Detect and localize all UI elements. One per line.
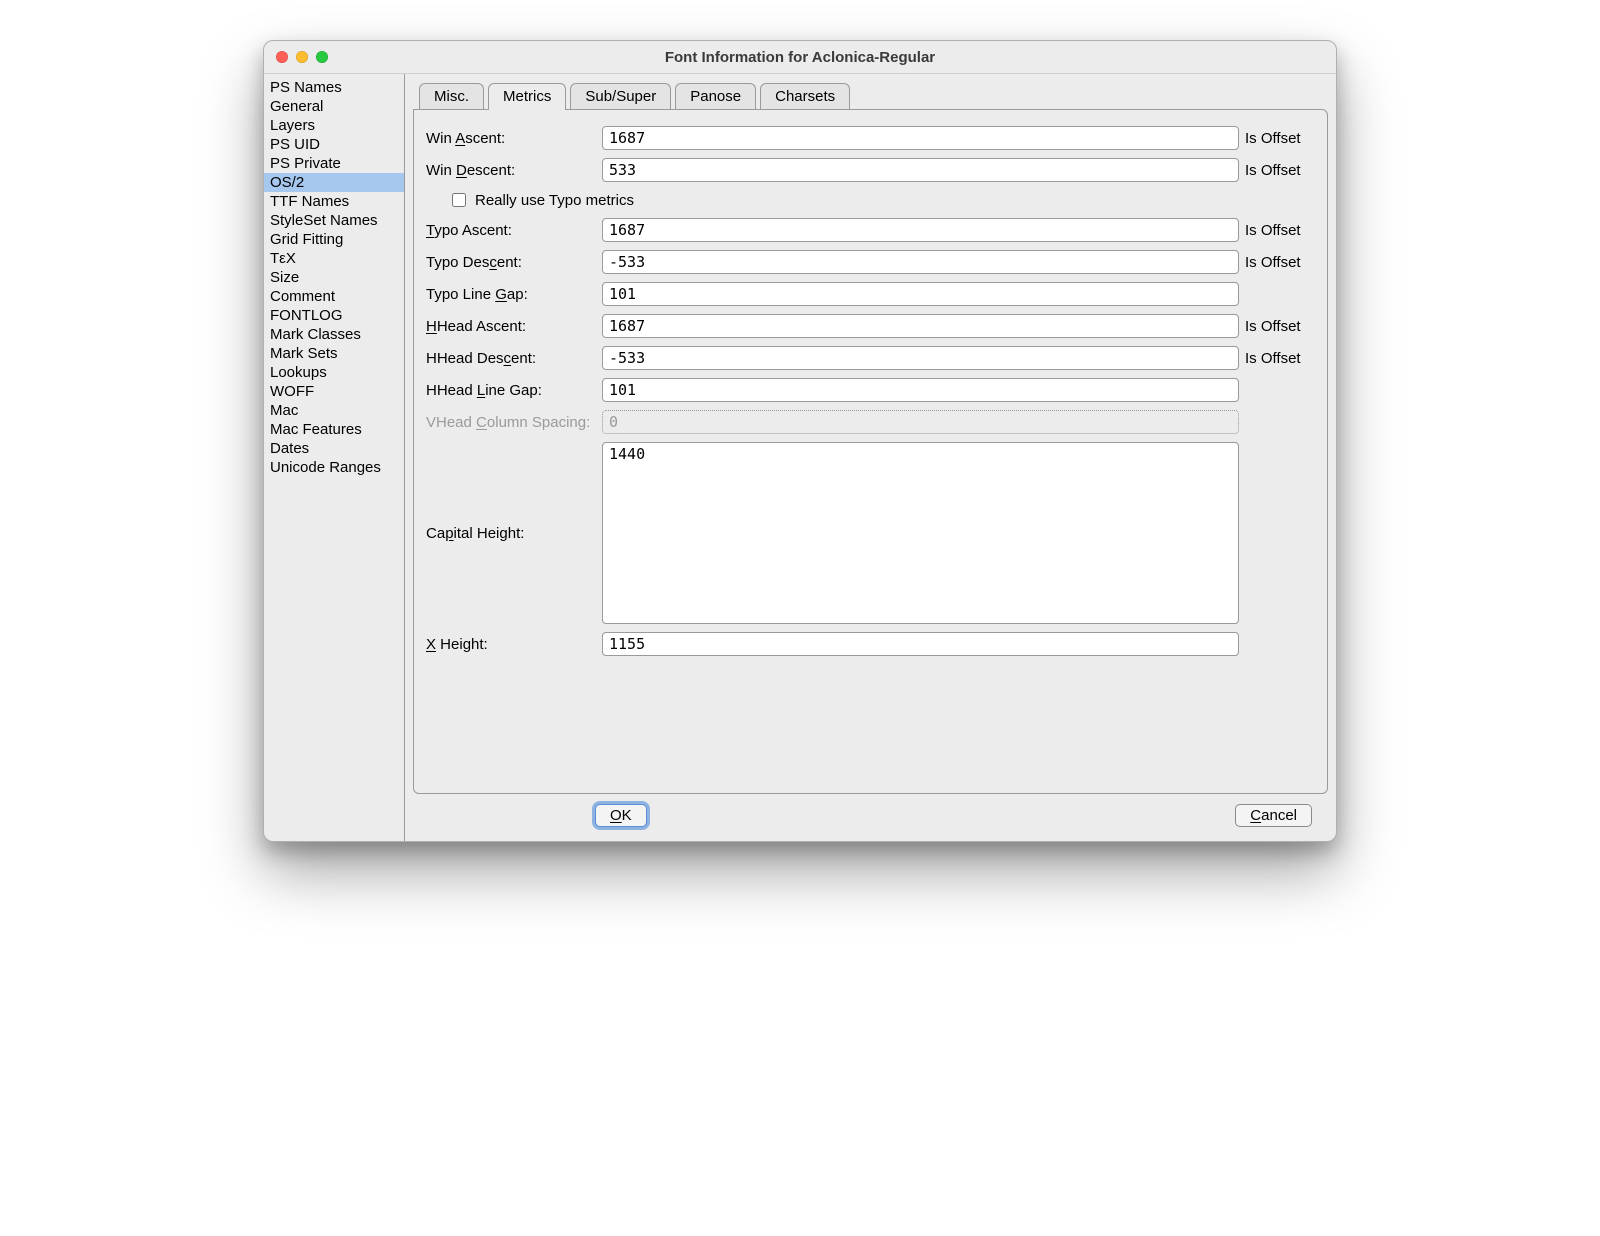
label-typo-descent: Typo Descent: [426,254,596,271]
input-vhead-col-spacing [602,410,1239,434]
sidebar-item-grid-fitting[interactable]: Grid Fitting [264,230,404,249]
input-hhead-line-gap[interactable] [602,378,1239,402]
input-x-height[interactable] [602,632,1239,656]
label-x-height: X Height: [426,636,596,653]
input-typo-descent[interactable] [602,250,1239,274]
label-hhead-descent: HHead Descent: [426,350,596,367]
cancel-button[interactable]: Cancel [1235,804,1312,827]
sidebar-item-ttf-names[interactable]: TTF Names [264,192,404,211]
sidebar-item-unicode-ranges[interactable]: Unicode Ranges [264,458,404,477]
sidebar-item-t-x[interactable]: TεX [264,249,404,268]
sidebar-item-styleset-names[interactable]: StyleSet Names [264,211,404,230]
input-capital-height[interactable]: 1440 [602,442,1239,624]
label-typo-line-gap: Typo Line Gap: [426,286,596,303]
metrics-panel: Win Ascent: Is Offset Win Descent: Is Of… [413,109,1328,794]
label-win-ascent: Win Ascent: [426,130,596,147]
offset-win-ascent[interactable]: Is Offset [1245,130,1315,147]
row-typo-descent: Typo Descent: Is Offset [426,250,1315,274]
label-really-use-typo: Really use Typo metrics [475,192,634,209]
label-win-descent: Win Descent: [426,162,596,179]
sidebar-item-mark-classes[interactable]: Mark Classes [264,325,404,344]
window-title: Font Information for Aclonica-Regular [264,49,1336,66]
label-hhead-line-gap: HHead Line Gap: [426,382,596,399]
sidebar-item-dates[interactable]: Dates [264,439,404,458]
sidebar-item-layers[interactable]: Layers [264,116,404,135]
label-hhead-ascent: HHead Ascent: [426,318,596,335]
input-win-ascent[interactable] [602,126,1239,150]
traffic-lights [264,51,328,63]
sidebar-item-comment[interactable]: Comment [264,287,404,306]
row-hhead-descent: HHead Descent: Is Offset [426,346,1315,370]
sidebar-item-lookups[interactable]: Lookups [264,363,404,382]
tab-bar: Misc.MetricsSub/SuperPanoseCharsets [419,82,1328,109]
row-vhead-col-spacing: VHead Column Spacing: [426,410,1315,434]
sidebar-item-general[interactable]: General [264,97,404,116]
row-win-ascent: Win Ascent: Is Offset [426,126,1315,150]
sidebar-item-size[interactable]: Size [264,268,404,287]
maximize-icon[interactable] [316,51,328,63]
tab-misc-[interactable]: Misc. [419,83,484,110]
label-capital-height: Capital Height: [426,525,596,542]
offset-win-descent[interactable]: Is Offset [1245,162,1315,179]
row-capital-height: Capital Height: 1440 [426,442,1315,624]
sidebar-item-mac-features[interactable]: Mac Features [264,420,404,439]
input-typo-ascent[interactable] [602,218,1239,242]
row-typo-line-gap: Typo Line Gap: [426,282,1315,306]
row-really-use-typo: Really use Typo metrics [448,190,1315,210]
input-hhead-ascent[interactable] [602,314,1239,338]
row-typo-ascent: Typo Ascent: Is Offset [426,218,1315,242]
row-x-height: X Height: [426,632,1315,656]
sidebar-item-mac[interactable]: Mac [264,401,404,420]
offset-typo-descent[interactable]: Is Offset [1245,254,1315,271]
sidebar-item-ps-private[interactable]: PS Private [264,154,404,173]
tab-panose[interactable]: Panose [675,83,756,110]
row-win-descent: Win Descent: Is Offset [426,158,1315,182]
tab-metrics[interactable]: Metrics [488,83,566,110]
label-typo-ascent: Typo Ascent: [426,222,596,239]
close-icon[interactable] [276,51,288,63]
input-typo-line-gap[interactable] [602,282,1239,306]
input-win-descent[interactable] [602,158,1239,182]
sidebar-item-ps-names[interactable]: PS Names [264,78,404,97]
minimize-icon[interactable] [296,51,308,63]
offset-hhead-ascent[interactable]: Is Offset [1245,318,1315,335]
row-hhead-line-gap: HHead Line Gap: [426,378,1315,402]
label-vhead-col-spacing: VHead Column Spacing: [426,414,596,431]
sidebar-item-fontlog[interactable]: FONTLOG [264,306,404,325]
row-hhead-ascent: HHead Ascent: Is Offset [426,314,1315,338]
tab-charsets[interactable]: Charsets [760,83,850,110]
titlebar: Font Information for Aclonica-Regular [264,41,1336,74]
offset-typo-ascent[interactable]: Is Offset [1245,222,1315,239]
ok-button[interactable]: OK [595,804,647,827]
sidebar-item-mark-sets[interactable]: Mark Sets [264,344,404,363]
footer: OK Cancel [405,794,1336,841]
checkbox-really-use-typo[interactable] [452,193,466,207]
input-hhead-descent[interactable] [602,346,1239,370]
offset-hhead-descent[interactable]: Is Offset [1245,350,1315,367]
sidebar-item-woff[interactable]: WOFF [264,382,404,401]
tab-sub-super[interactable]: Sub/Super [570,83,671,110]
sidebar-item-ps-uid[interactable]: PS UID [264,135,404,154]
sidebar-item-os-2[interactable]: OS/2 [264,173,404,192]
font-info-window: Font Information for Aclonica-Regular PS… [263,40,1337,842]
sidebar: PS NamesGeneralLayersPS UIDPS PrivateOS/… [264,74,405,841]
